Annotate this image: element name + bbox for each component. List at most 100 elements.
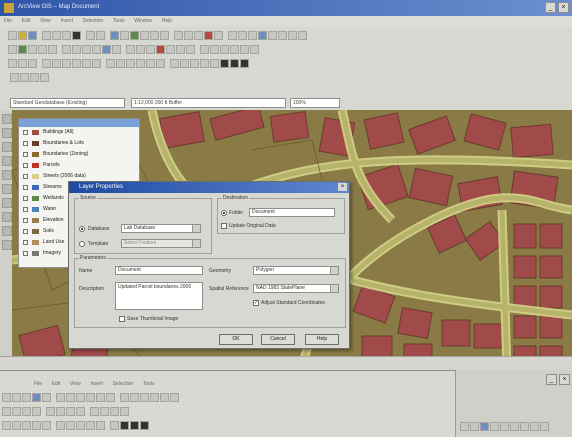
tool-icon[interactable] xyxy=(180,58,189,68)
tool-icon[interactable] xyxy=(12,406,21,416)
tool-icon[interactable] xyxy=(288,30,297,40)
tool-icon[interactable] xyxy=(20,72,29,82)
tool-icon[interactable] xyxy=(76,420,85,430)
tool-icon[interactable] xyxy=(56,420,65,430)
tool-icon[interactable] xyxy=(130,420,139,430)
tool-icon[interactable] xyxy=(76,406,85,416)
tool-icon[interactable] xyxy=(2,156,12,166)
menu-selection[interactable]: Selection xyxy=(79,16,108,26)
tool-icon[interactable] xyxy=(112,44,121,54)
update-original-checkbox[interactable] xyxy=(221,223,227,229)
zoom-select[interactable]: 100% xyxy=(290,98,340,108)
tool-icon[interactable] xyxy=(18,58,27,68)
tool-icon[interactable] xyxy=(2,240,12,250)
tool-icon[interactable] xyxy=(8,58,17,68)
tool-icon[interactable] xyxy=(480,421,489,431)
scale-icon[interactable] xyxy=(120,30,129,40)
tool-icon[interactable] xyxy=(248,30,257,40)
tool-icon[interactable] xyxy=(12,392,21,402)
catalog-icon[interactable] xyxy=(140,30,149,40)
tool-icon[interactable] xyxy=(520,421,529,431)
tool-icon[interactable] xyxy=(10,72,19,82)
expand-icon[interactable] xyxy=(23,251,28,256)
expand-icon[interactable] xyxy=(23,174,28,179)
tool-icon[interactable] xyxy=(62,58,71,68)
expand-icon[interactable] xyxy=(23,152,28,157)
expand-icon[interactable] xyxy=(23,218,28,223)
tool-icon[interactable] xyxy=(56,406,65,416)
tool-icon[interactable] xyxy=(22,420,31,430)
menu-view[interactable]: View xyxy=(66,379,85,389)
tool-icon[interactable] xyxy=(86,392,95,402)
tool-icon[interactable] xyxy=(146,58,155,68)
editor-icon[interactable] xyxy=(130,30,139,40)
tool-icon[interactable] xyxy=(28,58,37,68)
tool-icon[interactable] xyxy=(2,128,12,138)
tool-icon[interactable] xyxy=(510,421,519,431)
name-input[interactable]: Document xyxy=(115,266,203,275)
new-icon[interactable] xyxy=(8,30,17,40)
minimize-button[interactable]: _ xyxy=(546,374,557,385)
tool-icon[interactable] xyxy=(110,420,119,430)
tool-icon[interactable] xyxy=(160,392,169,402)
tool-icon[interactable] xyxy=(76,392,85,402)
tool-icon[interactable] xyxy=(2,420,11,430)
tool-icon[interactable] xyxy=(220,58,229,68)
spatial-reference-select[interactable]: NAD 1983 StatePlane xyxy=(253,284,339,293)
menu-edit[interactable]: Edit xyxy=(18,16,35,26)
tool-icon[interactable] xyxy=(186,44,195,54)
tool-icon[interactable] xyxy=(490,421,499,431)
tool-icon[interactable] xyxy=(184,30,193,40)
tool-icon[interactable] xyxy=(174,30,183,40)
menu-file[interactable]: File xyxy=(0,16,16,26)
tool-icon[interactable] xyxy=(210,58,219,68)
folder-input[interactable]: Document xyxy=(249,208,335,217)
open-icon[interactable] xyxy=(18,30,27,40)
tool-icon[interactable] xyxy=(2,142,12,152)
tool-icon[interactable] xyxy=(82,58,91,68)
tool-icon[interactable] xyxy=(194,30,203,40)
menu-insert[interactable]: Insert xyxy=(56,16,77,26)
tool-icon[interactable] xyxy=(40,72,49,82)
expand-icon[interactable] xyxy=(23,207,28,212)
tool-icon[interactable] xyxy=(210,44,219,54)
tool-icon[interactable] xyxy=(116,58,125,68)
copy-icon[interactable] xyxy=(52,30,61,40)
tool-icon[interactable] xyxy=(120,406,129,416)
tool-icon[interactable] xyxy=(230,58,239,68)
tool-icon[interactable] xyxy=(120,392,129,402)
save-thumbnail-checkbox[interactable] xyxy=(119,316,125,322)
expand-icon[interactable] xyxy=(23,141,28,146)
scale-select[interactable]: 1:12,000 200 ft Buffer xyxy=(131,98,286,108)
geodatabase-select[interactable]: Standard Geodatabase (Existing) xyxy=(10,98,125,108)
tool-icon[interactable] xyxy=(200,58,209,68)
tool-icon[interactable] xyxy=(238,30,247,40)
tool-icon[interactable] xyxy=(12,420,21,430)
tool-icon[interactable] xyxy=(42,392,51,402)
tool-icon[interactable] xyxy=(2,184,12,194)
tool-icon[interactable] xyxy=(240,44,249,54)
template-radio[interactable] xyxy=(79,241,85,247)
tool-icon[interactable] xyxy=(136,44,145,54)
menu-selection[interactable]: Selection xyxy=(109,379,138,389)
tool-icon[interactable] xyxy=(32,420,41,430)
tool-icon[interactable] xyxy=(32,406,41,416)
tool-icon[interactable] xyxy=(28,44,37,54)
tool-icon[interactable] xyxy=(66,406,75,416)
tool-icon[interactable] xyxy=(240,58,249,68)
tool-icon[interactable] xyxy=(230,44,239,54)
tool-icon[interactable] xyxy=(18,44,27,54)
layer-row[interactable]: Boundaries & Lots xyxy=(19,138,139,149)
geometry-select[interactable]: Polygon xyxy=(253,266,339,275)
tool-icon[interactable] xyxy=(140,420,149,430)
tool-icon[interactable] xyxy=(140,392,149,402)
expand-icon[interactable] xyxy=(23,229,28,234)
expand-icon[interactable] xyxy=(23,196,28,201)
tool-icon[interactable] xyxy=(38,44,47,54)
tool-icon[interactable] xyxy=(214,30,223,40)
cancel-button[interactable]: Cancel xyxy=(261,334,295,345)
help-button[interactable]: Help xyxy=(305,334,339,345)
layer-row[interactable]: Buildings (All) xyxy=(19,127,139,138)
tool-icon[interactable] xyxy=(2,114,12,124)
tool-icon[interactable] xyxy=(190,58,199,68)
